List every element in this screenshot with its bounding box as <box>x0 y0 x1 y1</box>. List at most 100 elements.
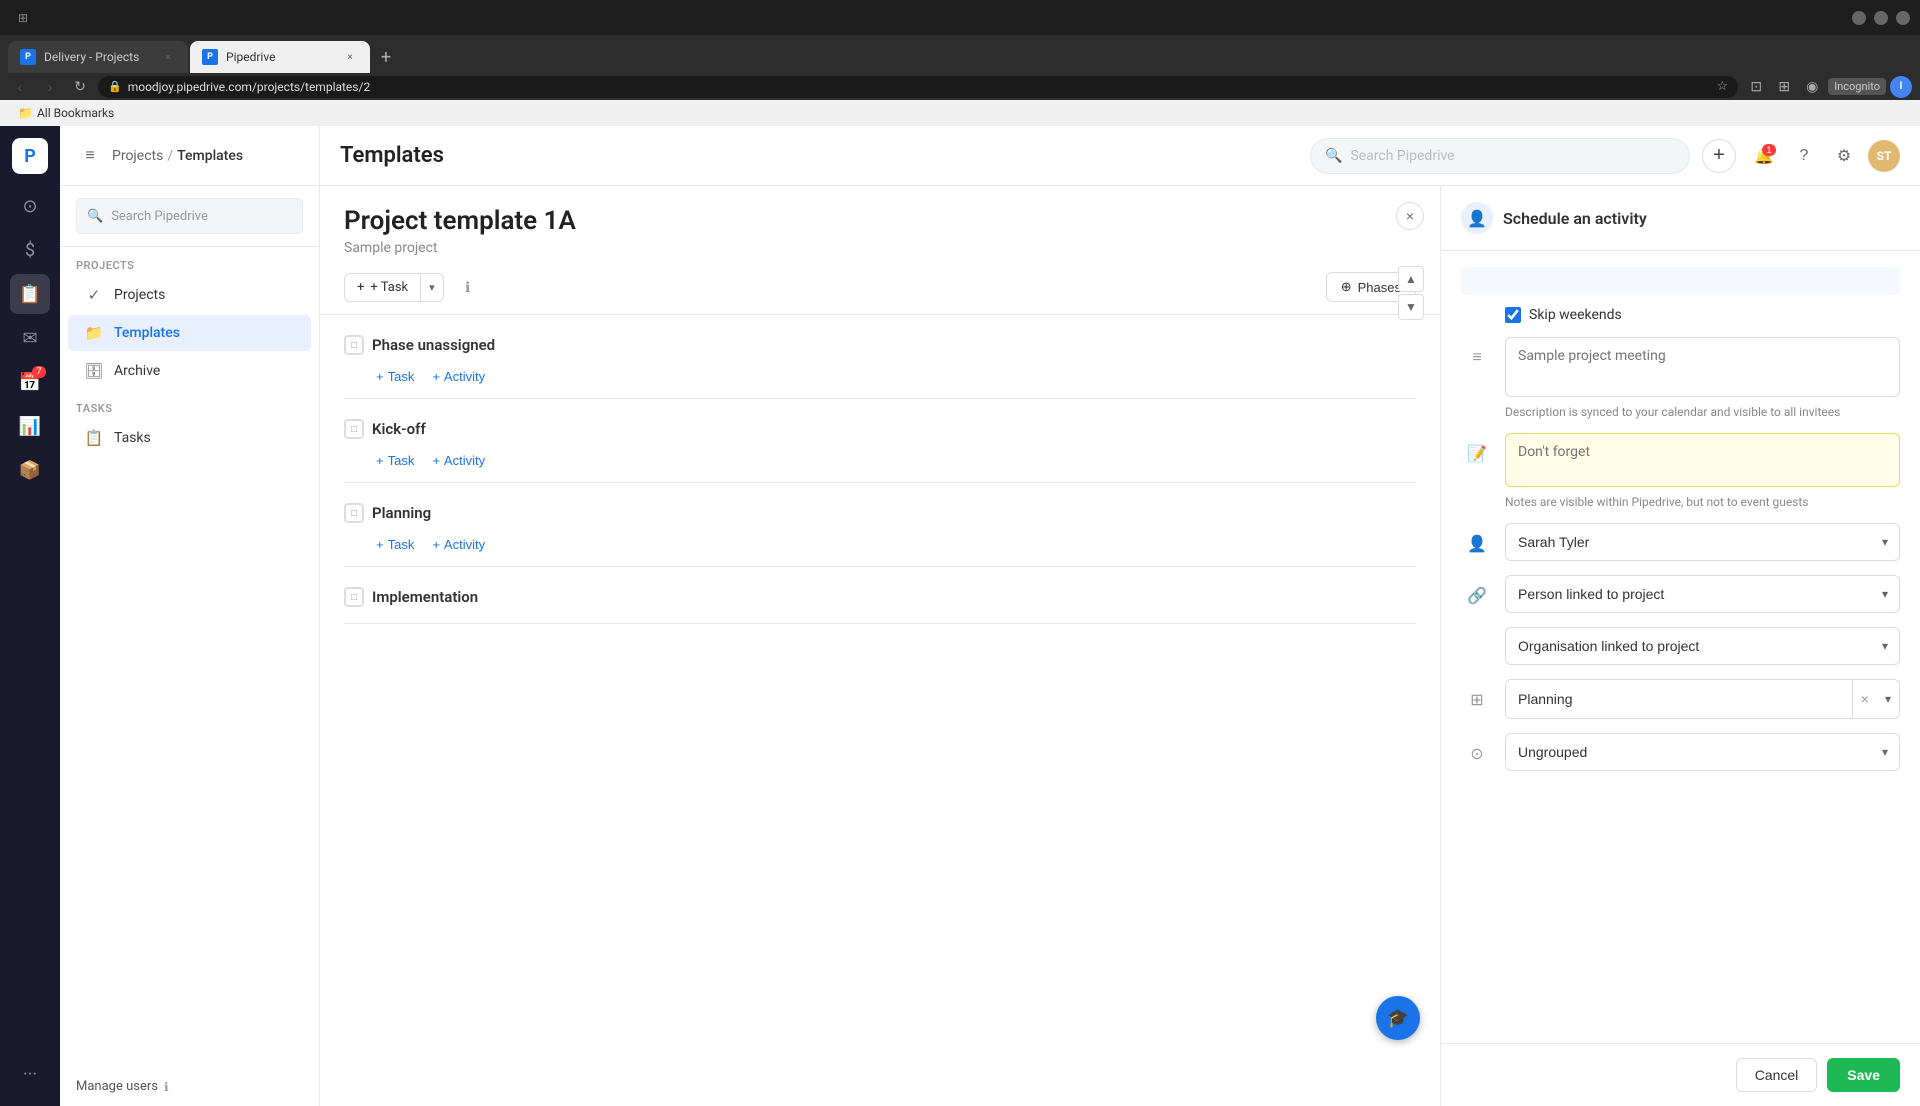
plus-icon: + <box>357 280 364 295</box>
projects-icon: 📋 <box>19 284 41 305</box>
cancel-button[interactable]: Cancel <box>1736 1058 1818 1092</box>
link-icon: 🔗 <box>1461 579 1493 611</box>
browser-tab-delivery[interactable]: P Delivery - Projects × <box>8 41 188 73</box>
manage-users-row[interactable]: Manage users ℹ <box>60 1067 319 1106</box>
projects-nav-icon: ✓ <box>84 285 104 305</box>
sidebar-item-mail[interactable]: ✉ <box>10 318 50 358</box>
phase-kickoff-add-activity[interactable]: + Activity <box>428 451 489 470</box>
new-tab-button[interactable]: + <box>372 43 400 71</box>
phase-planning-title: Planning <box>372 504 431 522</box>
skip-weekends-checkbox[interactable] <box>1505 307 1521 323</box>
phase-unassigned-add-activity[interactable]: + Activity <box>428 367 489 386</box>
sidebar-item-deals[interactable]: $ <box>10 230 50 270</box>
maximize-button[interactable] <box>1874 11 1888 25</box>
browser-tab-pipedrive[interactable]: P Pipedrive × <box>190 41 370 73</box>
page-title: Templates <box>340 143 444 168</box>
description-row: ≡ Description is synced to your calendar… <box>1461 337 1900 419</box>
nav-item-projects[interactable]: ✓ Projects <box>68 277 311 313</box>
panel-close-button[interactable]: × <box>1396 202 1424 230</box>
skip-weekends-label: Skip weekends <box>1529 307 1622 323</box>
forward-button[interactable]: › <box>38 75 62 99</box>
save-button[interactable]: Save <box>1827 1058 1900 1092</box>
add-task-label: + Task <box>370 280 408 295</box>
nav-item-tasks[interactable]: 📋 Tasks <box>68 420 311 456</box>
tab-close-delivery[interactable]: × <box>160 49 176 65</box>
phase-kickoff-add-task[interactable]: + Task <box>372 451 418 470</box>
assignee-select[interactable]: Sarah Tyler <box>1505 523 1900 561</box>
extension-button[interactable]: ⊡ <box>1744 75 1768 99</box>
add-task-dropdown[interactable]: ▾ <box>421 275 443 300</box>
phase-row: ⊞ Planning Kick-off Implementation Phase… <box>1461 679 1900 719</box>
phase-planning-add-activity[interactable]: + Activity <box>428 535 489 554</box>
user-avatar[interactable]: ST <box>1868 140 1900 172</box>
nav-search-box[interactable]: 🔍 Search Pipedrive <box>76 198 303 234</box>
breadcrumb-parent[interactable]: Projects <box>112 148 163 164</box>
group-select[interactable]: Ungrouped Group 1 <box>1505 733 1900 771</box>
nav-item-label-tasks: Tasks <box>114 430 151 446</box>
tab-favicon-delivery: P <box>20 49 36 65</box>
add-activity-label-planning: Activity <box>444 537 485 552</box>
add-task-main[interactable]: + + Task <box>345 274 421 301</box>
scroll-down-button[interactable]: ▼ <box>1398 294 1424 320</box>
nav-item-archive[interactable]: 🗄 Archive <box>68 353 311 389</box>
reload-button[interactable]: ↻ <box>68 75 92 99</box>
nav-item-label-archive: Archive <box>114 363 160 379</box>
add-activity-label-kickoff: Activity <box>444 453 485 468</box>
global-search-box[interactable]: 🔍 Search Pipedrive <box>1310 138 1690 174</box>
nav-toggle-button[interactable]: ≡ <box>76 142 104 170</box>
minimize-button[interactable] <box>1852 11 1866 25</box>
phase-section-implementation: □ Implementation <box>344 579 1416 624</box>
pipedrive-logo[interactable]: P <box>12 138 48 174</box>
notifications-icon-button[interactable]: 🔔 1 <box>1748 140 1780 172</box>
sidebar-item-reports[interactable]: 📊 <box>10 406 50 446</box>
products-icon: 📦 <box>19 460 41 481</box>
phase-planning-add-task[interactable]: + Task <box>372 535 418 554</box>
settings-icon-button[interactable]: ⚙ <box>1828 140 1860 172</box>
phase-clear-button[interactable]: × <box>1852 680 1877 718</box>
address-bar[interactable]: 🔒 moodjoy.pipedrive.com/projects/templat… <box>98 76 1738 98</box>
notification-badge: 1 <box>1762 144 1776 156</box>
add-task-button[interactable]: + + Task ▾ <box>344 273 444 302</box>
global-search-placeholder: Search Pipedrive <box>1350 148 1454 164</box>
extension2-button[interactable]: ⊞ <box>1772 75 1796 99</box>
linked-person-select[interactable]: Person linked to project <box>1505 575 1900 613</box>
phase-implementation-icon: □ <box>344 587 364 607</box>
breadcrumb-separator: / <box>167 148 173 164</box>
close-window-button[interactable] <box>1896 11 1910 25</box>
bookmark-star-icon[interactable]: ☆ <box>1717 79 1729 94</box>
phase-section-unassigned: □ Phase unassigned + Task + Activity <box>344 327 1416 399</box>
scroll-up-button[interactable]: ▲ <box>1398 266 1424 292</box>
tasks-section-label: TASKS <box>60 390 319 419</box>
extension3-button[interactable]: ◉ <box>1800 75 1824 99</box>
tasks-nav-icon: 📋 <box>84 428 104 448</box>
phase-unassigned-title: Phase unassigned <box>372 336 495 354</box>
breadcrumb-current: Templates <box>177 148 243 164</box>
info-icon: ℹ <box>465 279 470 296</box>
sidebar-item-home[interactable]: ⊙ <box>10 186 50 226</box>
global-add-button[interactable]: + <box>1702 139 1736 173</box>
description-textarea[interactable] <box>1505 337 1900 397</box>
browser-profile-avatar[interactable]: I <box>1890 76 1912 98</box>
nav-item-templates[interactable]: 📁 Templates <box>68 315 311 351</box>
tab-label-delivery: Delivery - Projects <box>44 50 139 64</box>
back-button[interactable]: ‹ <box>8 75 32 99</box>
linked-org-row: Organisation linked to project <box>1461 627 1900 665</box>
plus-icon-activity: + <box>432 369 440 384</box>
linked-org-select[interactable]: Organisation linked to project <box>1505 627 1900 665</box>
phase-select[interactable]: Planning Kick-off Implementation Phase u… <box>1506 680 1852 718</box>
bookmark-all[interactable]: 📁 All Bookmarks <box>12 104 120 122</box>
sidebar-item-calendar[interactable]: 📅 7 <box>10 362 50 402</box>
phase-dropdown-arrow[interactable]: ▾ <box>1877 680 1899 718</box>
sidebar-item-products[interactable]: 📦 <box>10 450 50 490</box>
mail-icon: ✉ <box>22 328 37 349</box>
floating-help-button[interactable]: 🎓 <box>1376 996 1420 1040</box>
info-button[interactable]: ℹ <box>454 273 482 301</box>
sidebar-more-button[interactable]: ··· <box>10 1054 50 1094</box>
phase-unassigned-add-task[interactable]: + Task <box>372 367 418 386</box>
tab-close-pipedrive[interactable]: × <box>342 49 358 65</box>
notes-textarea[interactable] <box>1505 433 1900 487</box>
sidebar-item-projects[interactable]: 📋 <box>10 274 50 314</box>
help-icon-button[interactable]: ? <box>1788 140 1820 172</box>
archive-nav-icon: 🗄 <box>84 361 104 381</box>
projects-section-label: PROJECTS <box>60 247 319 276</box>
